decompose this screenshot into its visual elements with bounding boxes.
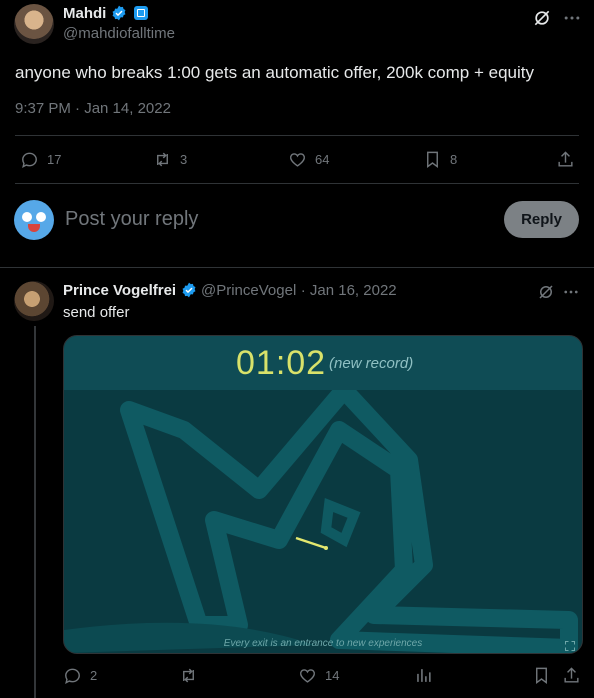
reply-author-name[interactable]: Prince Vogelfrei xyxy=(63,282,176,299)
tweet-timestamp[interactable]: 9:37 PM · Jan 14, 2022 xyxy=(15,100,171,117)
repost-icon xyxy=(183,668,194,683)
reply-count: 17 xyxy=(47,152,62,167)
reply-like-count: 14 xyxy=(325,668,340,683)
repost-action[interactable]: 3 xyxy=(153,150,187,169)
reply-author-info: Prince Vogelfrei @PrinceVogel · Jan 16, … xyxy=(63,282,397,300)
reply-reply-count: 2 xyxy=(90,668,98,683)
verified-badge-icon xyxy=(182,282,196,298)
divider xyxy=(15,135,579,136)
author-name[interactable]: Mahdi xyxy=(63,5,106,22)
bookmark-count: 8 xyxy=(450,152,458,167)
reply-icon xyxy=(22,152,37,168)
reply-author-avatar[interactable] xyxy=(14,281,54,321)
tweet-text: anyone who breaks 1:00 gets an automatic… xyxy=(15,63,534,82)
reply-author-handle[interactable]: @PrinceVogel xyxy=(201,282,296,299)
verified-badge-icon xyxy=(112,5,126,21)
repost-count: 3 xyxy=(180,152,188,167)
reply-media[interactable]: 01:02 (new record) Every exit is an entr… xyxy=(63,335,583,654)
reply-icon xyxy=(65,668,80,684)
repost-icon xyxy=(157,152,168,167)
game-timer: 01:02 xyxy=(236,344,327,382)
reply-action[interactable]: 17 xyxy=(20,150,61,169)
affiliate-badge-icon xyxy=(134,6,149,20)
bookmark-icon[interactable] xyxy=(532,666,551,685)
reply-input[interactable]: Post your reply xyxy=(65,208,198,231)
reply-like-action[interactable]: 14 xyxy=(298,666,339,685)
grok-icon[interactable] xyxy=(532,8,552,28)
author-info: Mahdi @mahdiofalltime xyxy=(63,5,175,42)
reply-text: send offer xyxy=(63,304,130,321)
heart-icon xyxy=(300,669,315,683)
new-record-label: (new record) xyxy=(329,355,414,372)
thread-line xyxy=(34,326,36,698)
divider xyxy=(15,183,579,184)
reply-reply-action[interactable]: 2 xyxy=(63,666,97,685)
bookmark-icon xyxy=(427,151,438,169)
like-action[interactable]: 64 xyxy=(288,150,329,169)
reply-button[interactable]: Reply xyxy=(504,201,579,238)
bookmark-action[interactable]: 8 xyxy=(423,150,457,169)
heart-icon xyxy=(290,153,305,167)
more-options-icon[interactable] xyxy=(562,8,582,28)
reply-date[interactable]: · Jan 16, 2022 xyxy=(301,282,397,299)
author-handle[interactable]: @mahdiofalltime xyxy=(63,25,175,42)
expand-icon[interactable] xyxy=(564,640,576,652)
maze-graphic xyxy=(64,390,578,653)
current-user-avatar[interactable] xyxy=(14,200,54,240)
views-icon[interactable] xyxy=(414,666,433,685)
reply-repost-action[interactable] xyxy=(179,666,198,685)
grok-icon[interactable] xyxy=(537,283,555,301)
share-icon[interactable] xyxy=(562,666,581,685)
more-options-icon[interactable] xyxy=(562,283,580,301)
author-avatar[interactable] xyxy=(14,4,54,44)
like-count: 64 xyxy=(315,152,330,167)
share-icon[interactable] xyxy=(556,150,575,169)
divider xyxy=(0,267,594,268)
game-caption: Every exit is an entrance to new experie… xyxy=(223,638,423,649)
